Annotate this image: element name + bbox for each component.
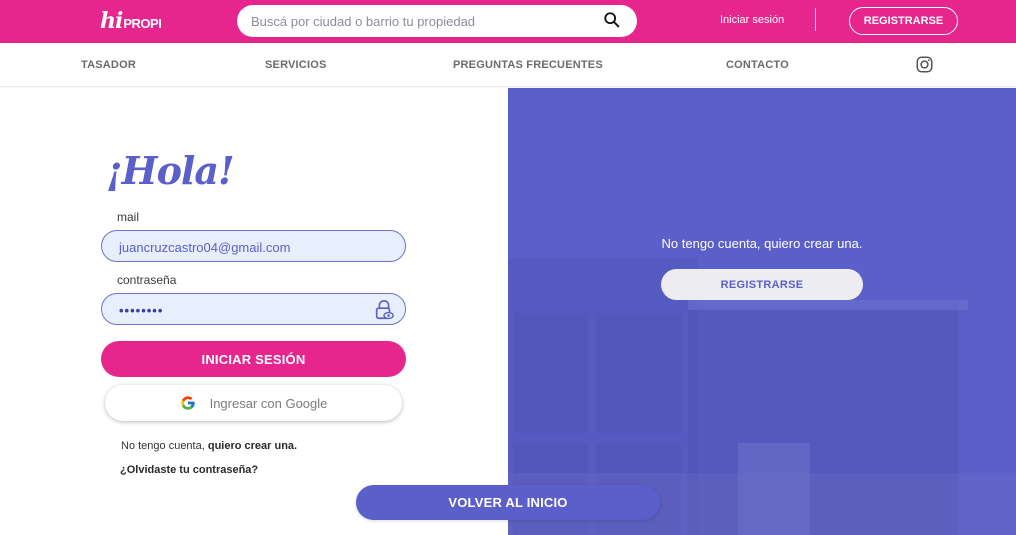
main-nav: TASADOR SERVICIOS PREGUNTAS FRECUENTES C… xyxy=(0,43,1016,87)
no-account-prefix: No tengo cuenta, xyxy=(121,440,208,452)
building-background-image xyxy=(508,88,1016,535)
lock-eye-icon[interactable] xyxy=(373,299,395,321)
mail-input[interactable] xyxy=(119,237,369,257)
search-input[interactable] xyxy=(251,11,591,31)
password-label: contraseña xyxy=(117,273,177,287)
top-header: hiPROPI Iniciar sesión REGISTRARSE xyxy=(0,0,1016,43)
google-button-label: Ingresar con Google xyxy=(209,395,328,411)
logo-hi: hi xyxy=(100,8,123,34)
hipropi-logo[interactable]: hi PROPI xyxy=(100,6,162,36)
search-bar xyxy=(237,5,637,37)
signup-panel: No tengo cuenta, quiero crear una. REGIS… xyxy=(508,88,1016,535)
instagram-icon[interactable] xyxy=(916,56,933,73)
login-submit-button[interactable]: INICIAR SESIÓN xyxy=(101,341,406,377)
no-account-text: No tengo cuenta, quiero crear una. xyxy=(121,440,297,452)
google-icon xyxy=(180,396,195,410)
nav-item-preguntas-frecuentes[interactable]: PREGUNTAS FRECUENTES xyxy=(453,59,603,71)
login-panel: ¡Hola! mail contraseña INICIAR SESIÓN In… xyxy=(0,88,508,535)
register-button-header[interactable]: REGISTRARSE xyxy=(849,7,958,35)
header-divider xyxy=(815,8,816,31)
greeting-title: ¡Hola! xyxy=(106,148,235,193)
nav-item-contacto[interactable]: CONTACTO xyxy=(726,59,789,71)
create-account-link[interactable]: quiero crear una. xyxy=(208,440,297,452)
nav-item-tasador[interactable]: TASADOR xyxy=(81,59,136,71)
password-field xyxy=(101,293,406,325)
logo-propi: PROPI xyxy=(123,15,162,31)
google-login-button[interactable]: Ingresar con Google xyxy=(105,385,402,421)
mail-label: mail xyxy=(117,210,140,224)
back-home-button[interactable]: VOLVER AL INICIO xyxy=(356,485,660,520)
password-input[interactable] xyxy=(119,300,369,320)
login-link[interactable]: Iniciar sesión xyxy=(720,14,784,26)
register-button-panel[interactable]: REGISTRARSE xyxy=(661,269,863,300)
nav-item-servicios[interactable]: SERVICIOS xyxy=(265,59,327,71)
forgot-password-link[interactable]: ¿Olvidaste tu contraseña? xyxy=(120,464,258,476)
search-icon[interactable] xyxy=(603,11,621,29)
signup-prompt: No tengo cuenta, quiero crear una. xyxy=(661,236,863,251)
mail-field xyxy=(101,230,406,262)
